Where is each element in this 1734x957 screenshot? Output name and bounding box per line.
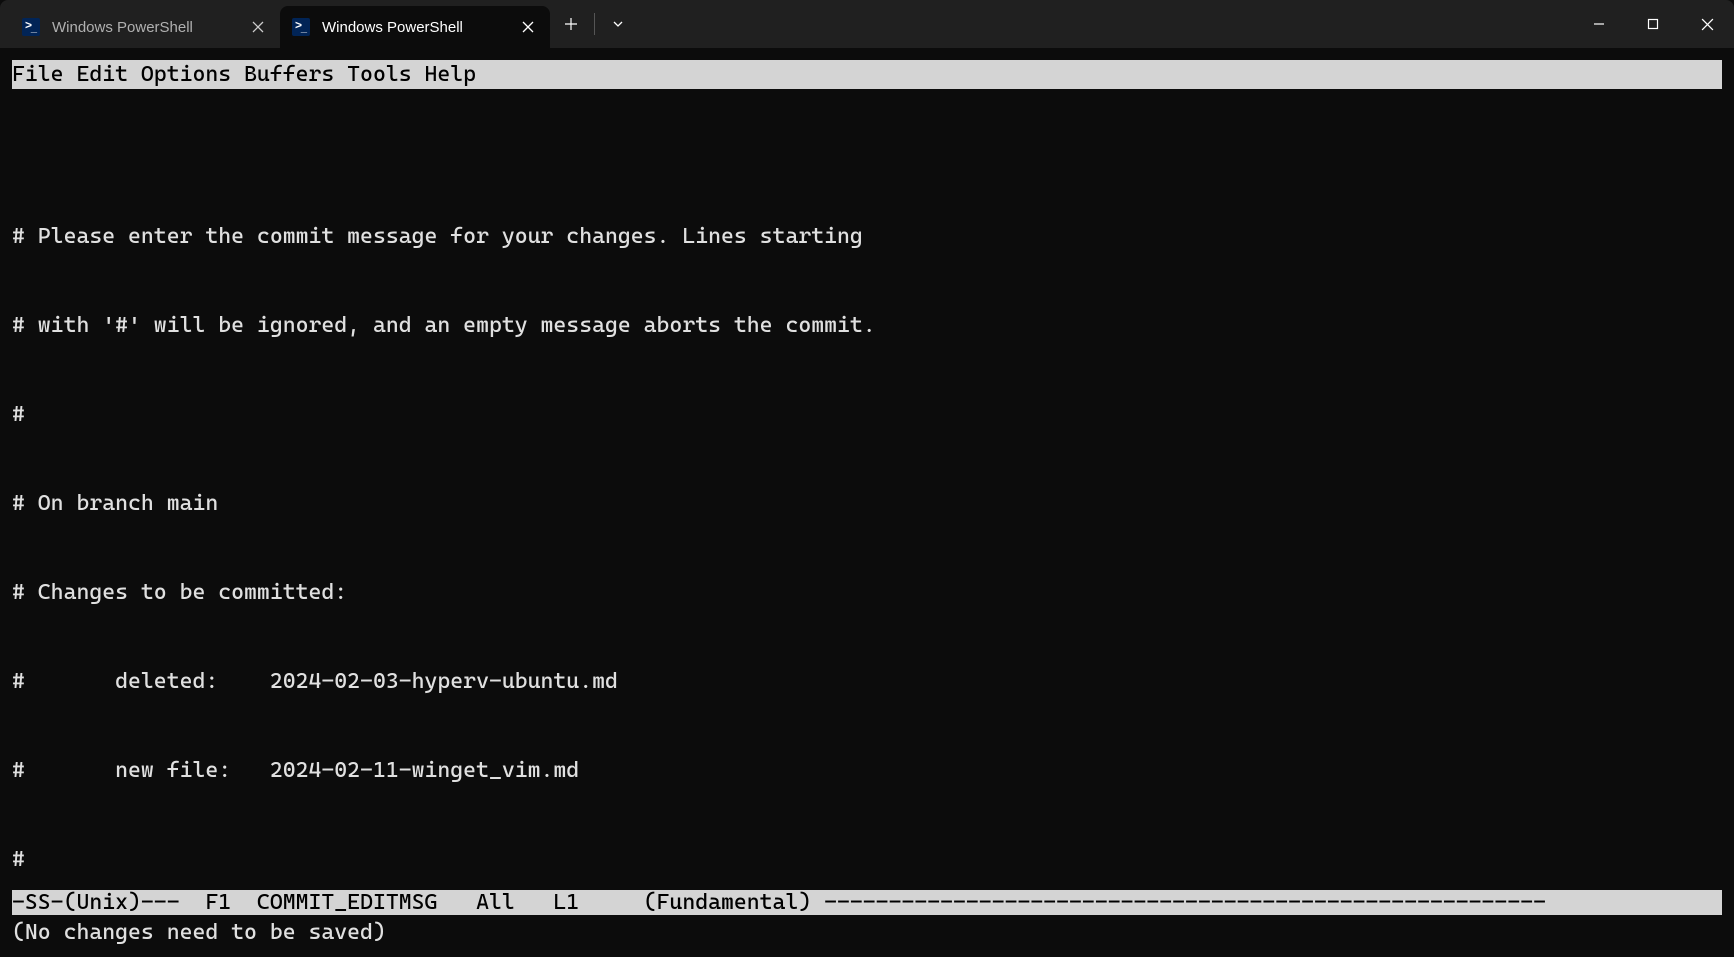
tab-title: Windows PowerShell	[52, 19, 236, 36]
close-window-button[interactable]	[1680, 0, 1734, 48]
terminal-tab-2[interactable]: Windows PowerShell	[280, 6, 550, 48]
modeline-coding: -SS-(Unix)--- F1	[12, 890, 257, 915]
terminal-viewport[interactable]: File Edit Options Buffers Tools Help # P…	[0, 48, 1734, 957]
editor-buffer[interactable]: # Please enter the commit message for yo…	[12, 89, 1722, 934]
menu-buffers[interactable]: Buffers	[244, 62, 334, 87]
divider	[594, 13, 595, 35]
modeline-mode: (Fundamental)	[644, 890, 824, 915]
menu-tools[interactable]: Tools	[347, 62, 411, 87]
buffer-line: # Changes to be committed:	[12, 578, 1722, 608]
buffer-line: #	[12, 845, 1722, 875]
powershell-icon	[22, 18, 40, 36]
terminal-tab-1[interactable]: Windows PowerShell	[10, 6, 280, 48]
menu-help[interactable]: Help	[425, 62, 477, 87]
buffer-line: # On branch main	[12, 489, 1722, 519]
window-controls	[1572, 0, 1734, 48]
menu-options[interactable]: Options	[141, 62, 231, 87]
maximize-button[interactable]	[1626, 0, 1680, 48]
buffer-line: # Please enter the commit message for yo…	[12, 222, 1722, 252]
menu-edit[interactable]: Edit	[76, 62, 128, 87]
tab-strip: Windows PowerShell Windows PowerShell	[0, 0, 639, 48]
powershell-icon	[292, 18, 310, 36]
buffer-line: # new file: 2024-02-11-winget_vim.md	[12, 756, 1722, 786]
emacs-echo-area: (No changes need to be saved)	[12, 920, 1722, 945]
menu-file[interactable]: File	[12, 62, 64, 87]
buffer-line: #	[12, 400, 1722, 430]
buffer-line: # with '#' will be ignored, and an empty…	[12, 311, 1722, 341]
emacs-menubar[interactable]: File Edit Options Buffers Tools Help	[12, 60, 1722, 89]
close-icon[interactable]	[518, 17, 538, 37]
emacs-frame: File Edit Options Buffers Tools Help # P…	[12, 60, 1722, 945]
buffer-line: # deleted: 2024-02-03-hyperv-ubuntu.md	[12, 667, 1722, 697]
window-titlebar: Windows PowerShell Windows PowerShell	[0, 0, 1734, 48]
tab-title: Windows PowerShell	[322, 19, 506, 36]
minimize-button[interactable]	[1572, 0, 1626, 48]
modeline-buffer-name: COMMIT_EDITMSG	[257, 890, 437, 915]
tab-dropdown-button[interactable]	[597, 0, 639, 48]
modeline-position: All L1	[437, 890, 643, 915]
emacs-modeline[interactable]: -SS-(Unix)--- F1 COMMIT_EDITMSG All L1 (…	[12, 890, 1722, 915]
close-icon[interactable]	[248, 17, 268, 37]
new-tab-button[interactable]	[550, 0, 592, 48]
titlebar-drag-area[interactable]	[639, 0, 1572, 48]
modeline-dashes: ----------------------------------------…	[824, 890, 1546, 915]
